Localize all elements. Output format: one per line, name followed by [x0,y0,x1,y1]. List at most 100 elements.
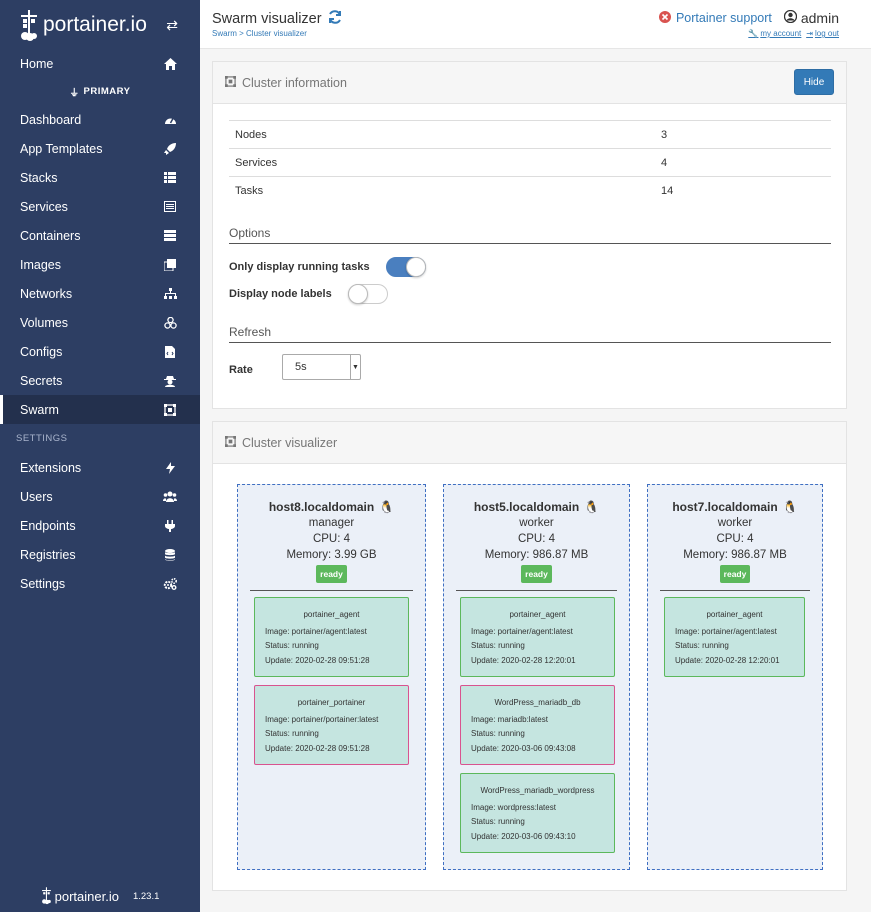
page-header: Swarm visualizer Swarm > Cluster visuali… [200,0,871,49]
users-icon [163,490,177,504]
sidebar-item-images[interactable]: Images [0,250,200,279]
cluster-visualizer-panel: Cluster visualizer host8.localdomain 🐧 ma… [212,421,847,891]
running-tasks-toggle[interactable] [386,257,426,277]
node-divider [456,590,617,591]
table-cell-label: Tasks [229,176,655,205]
sidebar-item-home[interactable]: Home [0,49,200,78]
logout-link[interactable]: ⇥ log out [806,29,839,38]
node-cpu: CPU: 4 [716,533,754,545]
sidebar-item-label: Users [20,489,53,504]
sidebar-item-networks[interactable]: Networks [0,279,200,308]
sidebar-item-label: Home [20,56,54,71]
node-cpu: CPU: 4 [517,533,556,545]
breadcrumb[interactable]: Swarm > Cluster visualizer [212,29,307,38]
task-card[interactable]: portainer_agent Image: portainer/agent:l… [460,597,615,677]
rate-select[interactable]: 5s ▼ [282,354,361,380]
task-status: Status: running [265,641,319,650]
tachometer-icon [163,113,177,127]
table-row: Tasks 14 [229,176,831,205]
node-memory: Memory: 986.87 MB [484,549,589,561]
node-labels-toggle[interactable] [348,284,388,304]
node-cpu: CPU: 4 [312,533,351,545]
sidebar-item-endpoints[interactable]: Endpoints [0,511,200,540]
node-name: host7.localdomain 🐧 [648,499,822,515]
sidebar-item-swarm[interactable]: Swarm [0,395,200,424]
user-secret-icon [163,374,177,388]
my-account-link[interactable]: 🔧 my account [748,29,801,38]
task-card[interactable]: WordPress_mariadb_wordpress Image: wordp… [460,773,615,853]
task-card[interactable]: portainer_agent Image: portainer/agent:l… [254,597,409,677]
cluster-information-header: Cluster information [213,62,846,104]
sidebar-item-label: Dashboard [20,112,82,127]
support-link[interactable]: Portainer support [658,10,772,26]
task-card[interactable]: portainer_agent Image: portainer/agent:l… [664,597,805,677]
wrench-icon: 🔧 [748,29,759,38]
support-link-text: Portainer support [675,11,772,25]
sidebar-item-extensions[interactable]: Extensions [0,453,200,482]
task-name: portainer_portainer [297,698,366,707]
page-title-text: Swarm visualizer [212,11,322,27]
task-image: Image: portainer/portainer:latest [265,714,379,724]
panel-title: Cluster information [242,75,347,90]
sidebar-item-label: Configs [20,344,63,359]
brand-logo[interactable]: portainer.io [19,9,147,41]
file-code-icon [163,345,177,359]
sidebar-item-secrets[interactable]: Secrets [0,366,200,395]
sign-out-icon: ⇥ [806,29,813,38]
sidebar-item-volumes[interactable]: Volumes [0,308,200,337]
portainer-logo-icon [41,886,53,906]
sidebar-item-settings[interactable]: Settings [0,569,200,598]
current-user: admin [783,9,839,26]
sidebar-item-label: Secrets [20,373,63,388]
page-title: Swarm visualizer [212,10,342,28]
task-update: Update: 2020-02-28 12:20:01 [675,655,780,665]
sidebar-item-label: Swarm [20,402,59,417]
footer-logo: portainer.io [41,886,119,906]
task-update: Update: 2020-02-28 09:51:28 [265,655,370,665]
sidebar-item-users[interactable]: Users [0,482,200,511]
task-card[interactable]: WordPress_mariadb_db Image: mariadb:late… [460,685,615,765]
node-memory: Memory: 986.87 MB [683,549,787,561]
status-badge: ready [316,565,347,583]
sidebar-item-label: Stacks [20,170,58,185]
table-cell-label: Nodes [229,120,655,149]
rate-selected-value: 5s [295,361,307,373]
table-cell-value: 14 [655,176,831,205]
sidebar-item-containers[interactable]: Containers [0,221,200,250]
list-alt-icon [163,200,177,214]
cluster-information-panel: Cluster information Hide Nodes 3 Service… [212,61,847,409]
exchange-icon[interactable]: ⇄ [166,17,178,34]
object-group-icon [225,435,236,450]
sidebar-item-registries[interactable]: Registries [0,540,200,569]
table-cell-label: Services [229,148,655,177]
options-section-title: Options [229,226,831,244]
brand-name: portainer.io [43,12,147,36]
sidebar-item-app-templates[interactable]: App Templates [0,134,200,163]
linux-icon: 🐧 [782,500,798,514]
user-name: admin [800,10,839,26]
my-account-text: my account [760,29,802,38]
sidebar-item-label: Settings [20,576,66,591]
toggle-knob [406,257,426,277]
table-row: Nodes 3 [229,120,831,149]
task-card[interactable]: portainer_portainer Image: portainer/por… [254,685,409,765]
sidebar-item-services[interactable]: Services [0,192,200,221]
sidebar-item-configs[interactable]: Configs [0,337,200,366]
object-group-icon [225,75,236,90]
life-ring-icon [658,10,671,26]
sidebar-item-stacks[interactable]: Stacks [0,163,200,192]
home-icon [163,57,177,71]
task-status: Status: running [675,641,729,650]
hide-button[interactable]: Hide [794,69,834,95]
logout-text: log out [814,29,839,38]
task-update: Update: 2020-02-28 12:20:01 [471,655,576,665]
panel-title: Cluster visualizer [242,435,338,450]
sidebar-item-dashboard[interactable]: Dashboard [0,105,200,134]
status-badge: ready [521,565,552,583]
option-running-tasks-label: Only display running tasks [229,261,370,273]
linux-icon: 🐧 [584,500,600,514]
version-label: 1.23.1 [132,890,160,902]
refresh-icon[interactable] [328,10,342,28]
task-update: Update: 2020-03-06 09:43:08 [471,743,576,753]
node-role: worker [519,517,554,529]
